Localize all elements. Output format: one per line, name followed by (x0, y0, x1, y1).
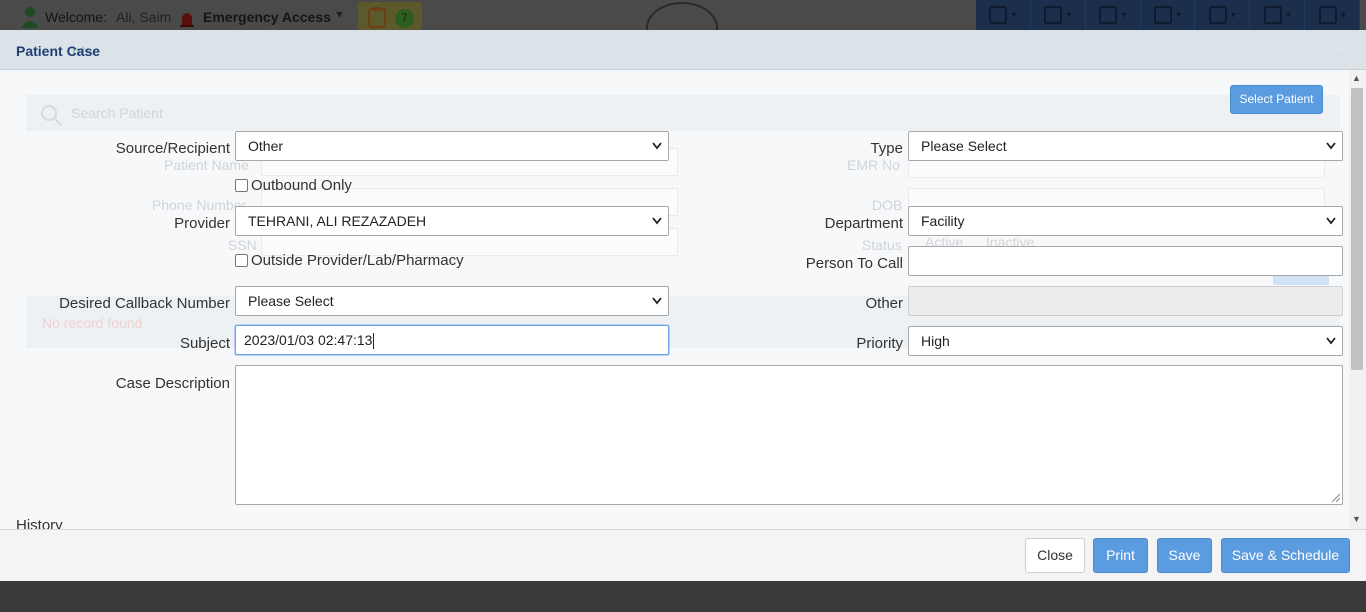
subject-input[interactable]: 2023/01/03 02:47:13 (235, 325, 669, 355)
outbound-only-checkbox[interactable] (235, 179, 248, 192)
background-emr-label: EMR No (847, 157, 900, 173)
provider-label: Provider (174, 215, 230, 232)
type-value: Please Select (921, 138, 1007, 154)
outside-provider-checkbox[interactable] (235, 254, 248, 267)
subject-label: Subject (179, 335, 230, 352)
priority-select[interactable]: High (908, 326, 1343, 356)
background-search-bar (26, 95, 1340, 131)
priority-value: High (921, 333, 950, 349)
provider-select[interactable]: TEHRANI, ALI REZAZADEH (235, 206, 669, 236)
background-phone-label: Phone Number (152, 197, 247, 213)
background-dob-label: DOB (872, 197, 903, 213)
chevron-down-icon (1326, 142, 1336, 150)
toolbar-patient-button[interactable]: ▾ (1086, 0, 1141, 30)
chevron-down-icon (1326, 337, 1336, 345)
case-description-label: Case Description (115, 375, 230, 392)
outbound-only-label: Outbound Only (251, 177, 352, 194)
source-recipient-value: Other (248, 138, 284, 154)
gear-icon (1263, 6, 1282, 24)
background-search-placeholder: Search Patient (71, 105, 163, 121)
desired-callback-select[interactable]: Please Select (235, 286, 669, 316)
type-select[interactable]: Please Select (908, 131, 1343, 161)
chevron-down-icon[interactable]: ▼ (334, 9, 345, 21)
main-toolbar: ▾ ▾ ▾ ▾ ▾ ▾ ▾ (976, 0, 1361, 30)
background-no-record: No record found (42, 315, 143, 331)
person-icon (1099, 6, 1118, 24)
print-button[interactable]: Print (1093, 538, 1148, 573)
save-and-schedule-button[interactable]: Save & Schedule (1221, 538, 1350, 573)
chevron-down-icon (652, 297, 662, 305)
priority-label: Priority (856, 335, 903, 352)
clipboard-icon (1153, 6, 1172, 24)
person-to-call-label: Person To Call (805, 255, 903, 272)
outside-provider-checkbox-row[interactable]: Outside Provider/Lab/Pharmacy (235, 252, 464, 269)
person-to-call-input[interactable] (908, 246, 1343, 276)
background-status-label: Status (862, 237, 902, 253)
toolbar-reports-button[interactable]: ▾ (1305, 0, 1361, 30)
scrollbar-thumb[interactable] (1351, 88, 1363, 370)
emergency-access-button[interactable]: Emergency Access (203, 9, 331, 25)
text-cursor (373, 333, 375, 350)
department-select[interactable]: Facility (908, 206, 1343, 236)
scroll-up-icon[interactable]: ▲ (1352, 73, 1361, 83)
toolbar-clipboard-button[interactable]: ▾ (1141, 0, 1196, 30)
scroll-down-icon[interactable]: ▼ (1352, 514, 1361, 524)
close-button[interactable]: Close (1025, 538, 1085, 573)
subject-value: 2023/01/03 02:47:13 (244, 332, 373, 348)
clipboard-icon (368, 7, 386, 28)
desired-callback-label: Desired Callback Number (59, 295, 230, 312)
desired-callback-value: Please Select (248, 293, 334, 309)
welcome-label: Welcome: (45, 9, 107, 25)
notification-badge: 7 (395, 9, 414, 28)
other-label: Other (865, 295, 903, 312)
report-icon (1318, 6, 1337, 24)
chevron-down-icon (1326, 217, 1336, 225)
toolbar-tools-button[interactable]: ▾ (1195, 0, 1251, 30)
department-label: Department (824, 215, 903, 232)
modal-title: Patient Case (16, 43, 101, 59)
user-name[interactable]: Ali, Saim (116, 9, 171, 25)
select-patient-button[interactable]: Select Patient (1230, 85, 1323, 114)
background-ssn-label: SSN (228, 237, 257, 253)
calendar-icon (1044, 6, 1063, 24)
toolbar-settings-button[interactable]: ▾ (1250, 0, 1306, 30)
source-recipient-label: Source/Recipient (115, 140, 230, 157)
app-topbar: Welcome: Ali, Saim Emergency Access ▼ 7 … (0, 0, 1366, 54)
close-icon[interactable]: × (1336, 40, 1347, 61)
provider-value: TEHRANI, ALI REZAZADEH (248, 213, 427, 229)
toolbar-calendar-button[interactable]: ▾ (1031, 0, 1086, 30)
user-icon (21, 7, 39, 28)
toolbar-notes-button[interactable]: ▾ (976, 0, 1031, 30)
source-recipient-select[interactable]: Other (235, 131, 669, 161)
outside-provider-label: Outside Provider/Lab/Pharmacy (251, 252, 464, 269)
resize-grip-icon[interactable] (1330, 492, 1340, 502)
tools-icon (1208, 6, 1227, 24)
document-icon (989, 6, 1008, 24)
siren-icon (180, 13, 194, 27)
outbound-only-checkbox-row[interactable]: Outbound Only (235, 177, 352, 194)
department-value: Facility (921, 213, 965, 229)
search-icon (41, 105, 62, 126)
modal-header: nts Patient Case × (0, 30, 1366, 70)
other-input (908, 286, 1343, 316)
chevron-down-icon (652, 217, 662, 225)
chevron-down-icon (652, 142, 662, 150)
page-background (0, 581, 1366, 612)
save-button[interactable]: Save (1157, 538, 1212, 573)
type-label: Type (870, 140, 903, 157)
case-description-textarea[interactable] (235, 365, 1343, 505)
